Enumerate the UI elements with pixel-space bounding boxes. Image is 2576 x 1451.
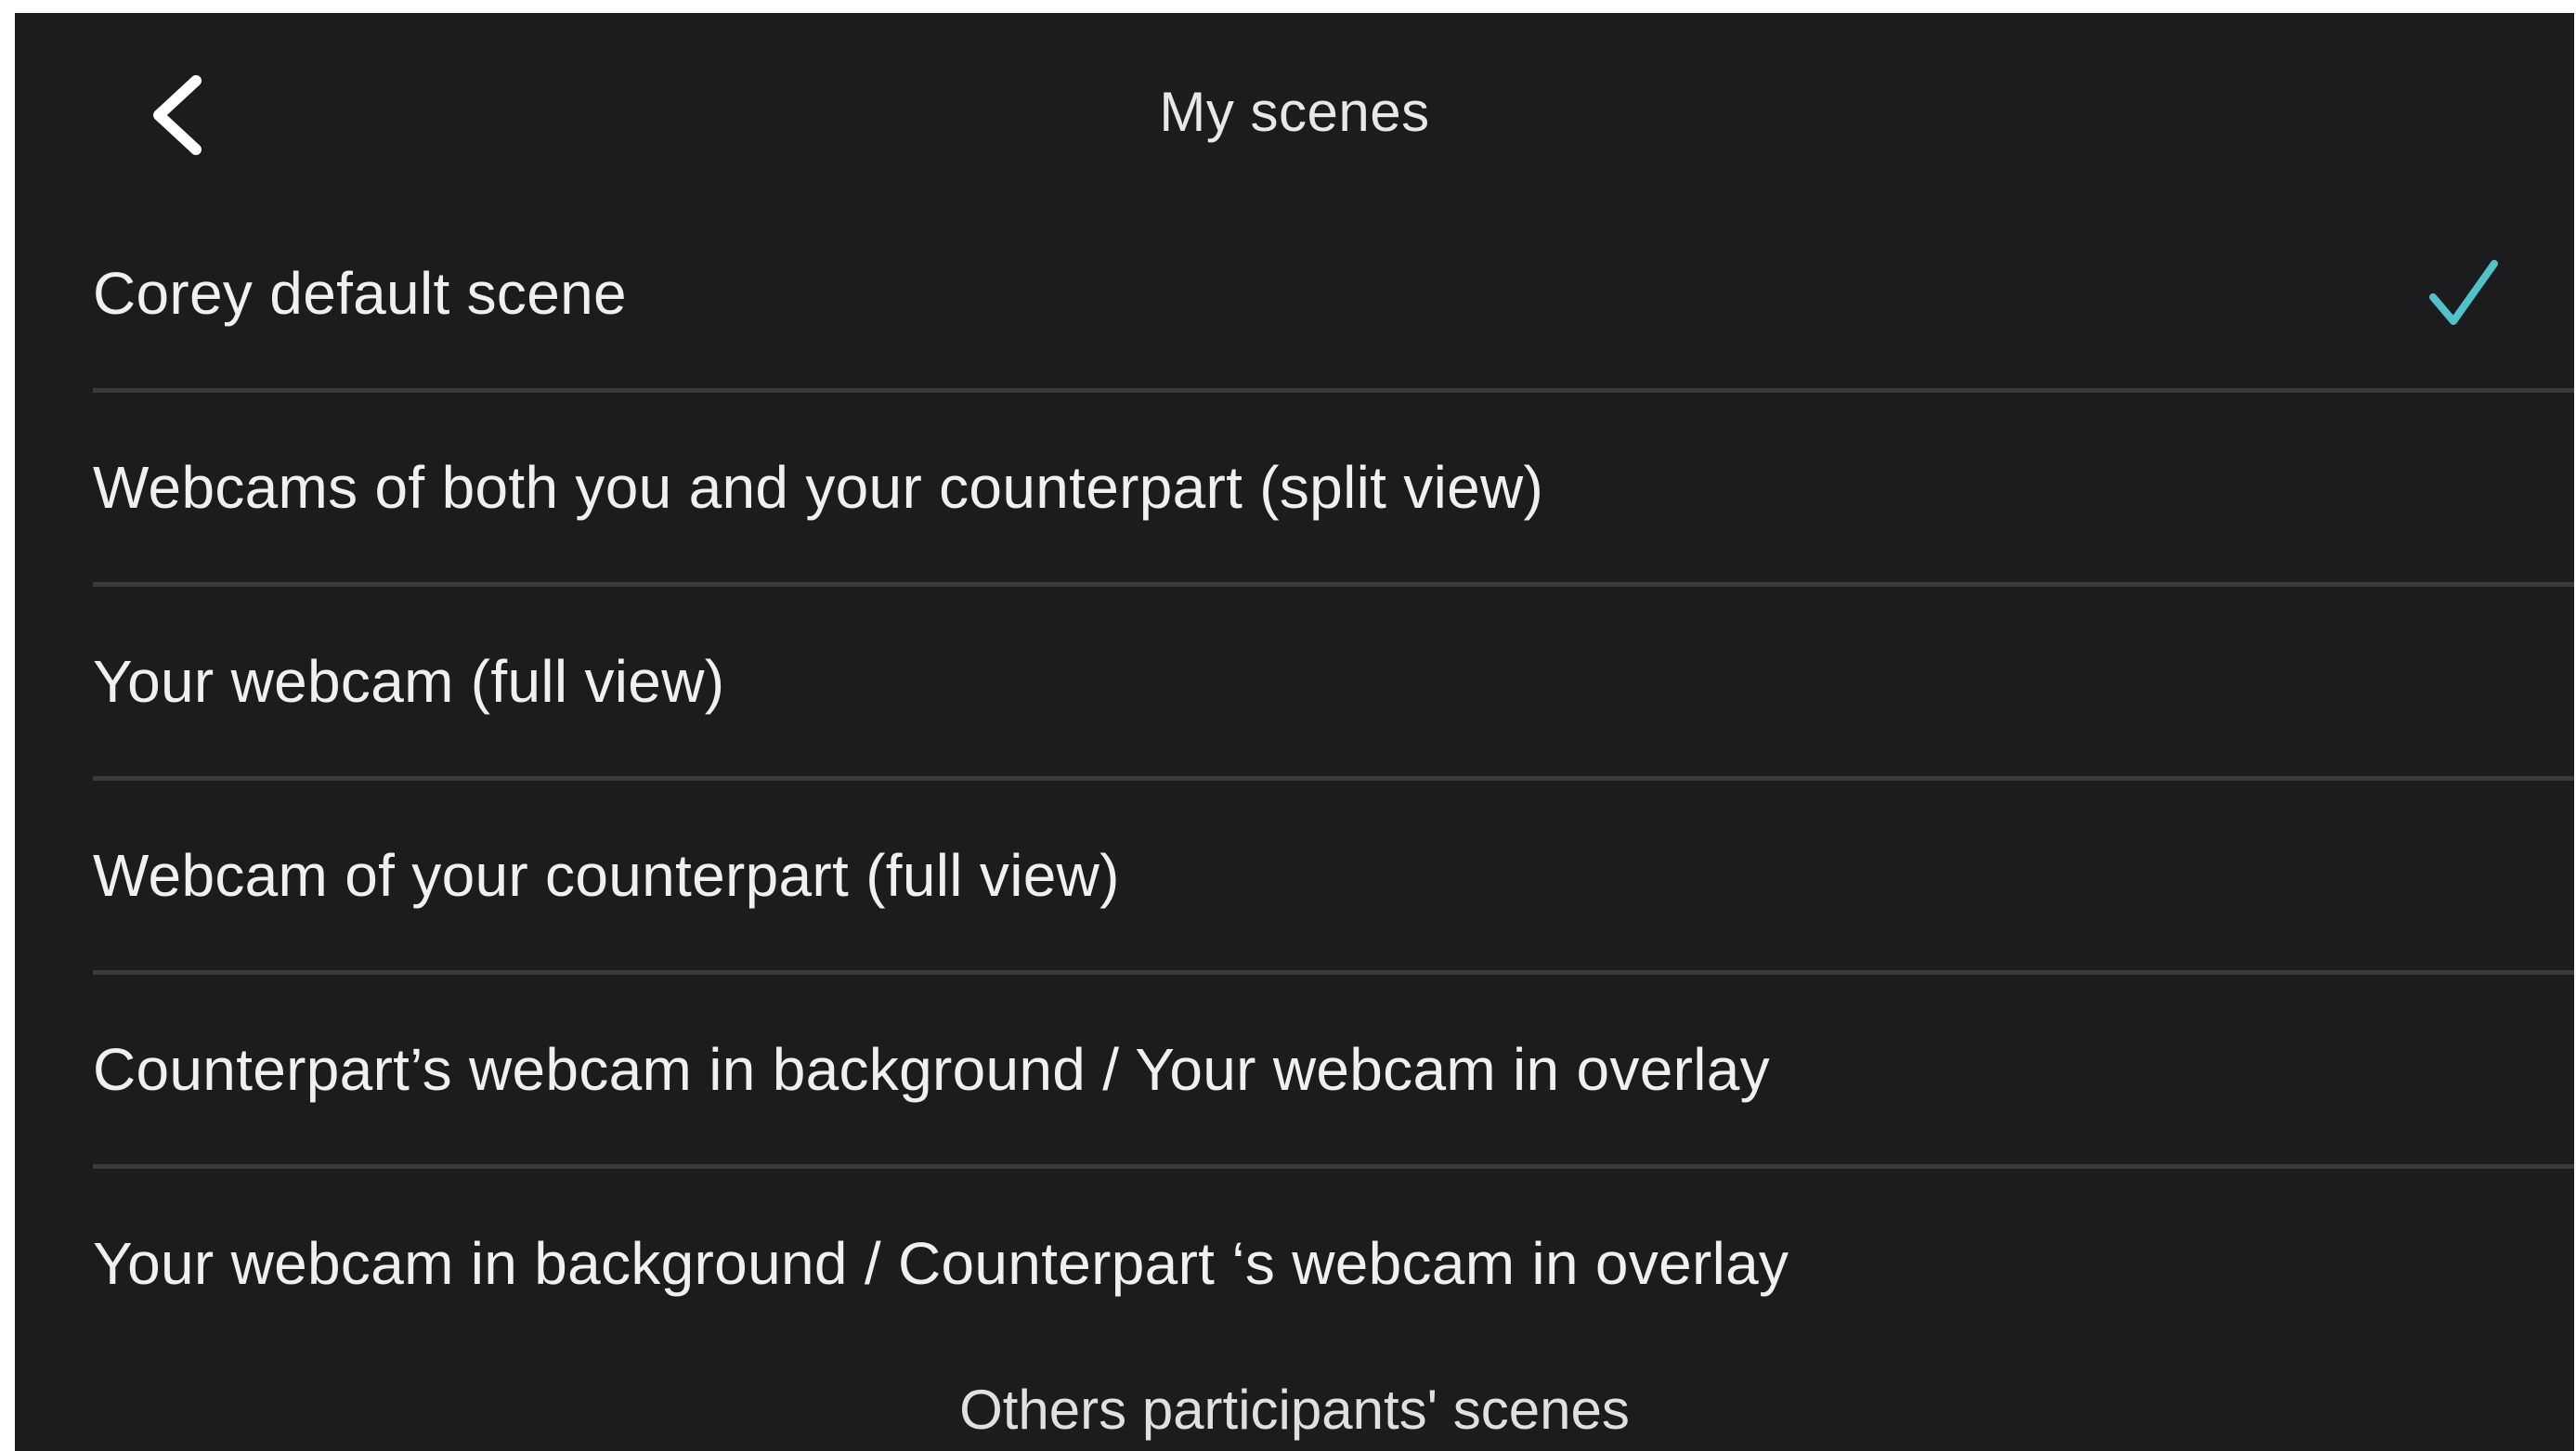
scene-item-your-webcam-full[interactable]: Your webcam (full view) [93,587,2574,781]
others-scenes-section-title: Others participants' scenes [959,1379,1630,1441]
scene-list: Corey default scene Webcams of both you … [93,199,2574,1358]
scene-item-counterpart-background-overlay[interactable]: Counterpart’s webcam in background / You… [93,975,2574,1169]
scene-label: Webcams of both you and your counterpart… [93,454,1544,521]
page-title: My scenes [1159,81,1430,143]
scene-label: Webcam of your counterpart (full view) [93,842,1120,909]
scene-item-split-view[interactable]: Webcams of both you and your counterpart… [93,393,2574,587]
checkmark-icon [2429,260,2498,325]
scene-label: Your webcam in background / Counterpart … [93,1230,1789,1297]
header: My scenes [15,13,2574,208]
scene-item-your-background-overlay[interactable]: Your webcam in background / Counterpart … [93,1169,2574,1358]
scene-label: Your webcam (full view) [93,648,725,715]
scenes-screen: My scenes Corey default scene Webcams of… [15,13,2574,1451]
scene-item-corey-default[interactable]: Corey default scene [93,199,2574,393]
scene-label: Corey default scene [93,260,627,327]
scene-item-counterpart-webcam-full[interactable]: Webcam of your counterpart (full view) [93,781,2574,975]
scene-label: Counterpart’s webcam in background / You… [93,1036,1770,1103]
